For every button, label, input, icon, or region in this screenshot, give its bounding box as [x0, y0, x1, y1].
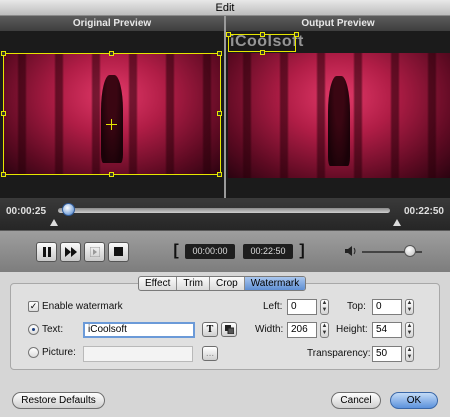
next-frame-icon [89, 246, 100, 258]
fast-forward-button[interactable] [60, 242, 81, 262]
height-stepper[interactable]: ▲ ▼ [405, 322, 414, 338]
video-figure [327, 75, 350, 166]
transparency-input[interactable]: 50 [372, 346, 402, 362]
crop-handle-top-left[interactable] [1, 51, 6, 56]
picture-radio[interactable] [28, 347, 39, 358]
left-label: Left: [263, 301, 283, 312]
picture-path-input[interactable] [83, 346, 193, 362]
playback-controls: [ 00:00:00 00:22:50 ] [0, 230, 450, 272]
text-radio[interactable] [28, 324, 39, 335]
pause-icon [42, 247, 51, 257]
font-button[interactable]: T [202, 322, 218, 337]
pause-button[interactable] [36, 242, 57, 262]
volume-icon [345, 246, 356, 256]
enable-watermark-label: Enable watermark [42, 301, 123, 312]
crop-handle-bottom-left[interactable] [1, 172, 6, 177]
window-title: Edit [0, 0, 450, 16]
stop-button[interactable] [108, 242, 129, 262]
left-input[interactable]: 0 [287, 299, 317, 315]
left-stepper[interactable]: ▲ ▼ [320, 299, 329, 315]
timeline-bar: 00:00:25 00:22:50 [0, 198, 450, 230]
watermark-handle-top-right[interactable] [294, 32, 299, 37]
end-time-field[interactable]: 00:22:50 [243, 244, 293, 259]
crop-handle-bottom-right[interactable] [217, 172, 222, 177]
crop-handle-right[interactable] [217, 111, 222, 116]
timeline-track[interactable] [58, 208, 390, 213]
width-label: Width: [255, 324, 284, 335]
current-time: 00:00:25 [6, 206, 47, 217]
restore-defaults-button[interactable]: Restore Defaults [12, 392, 105, 409]
watermark-text-input[interactable]: iCoolsoft [83, 322, 195, 338]
transparency-stepper[interactable]: ▲ ▼ [405, 346, 414, 362]
crop-frame[interactable] [3, 53, 221, 175]
watermark-handle-top[interactable] [260, 32, 265, 37]
crosshair-icon-vertical [111, 119, 112, 130]
crop-handle-bottom[interactable] [109, 172, 114, 177]
width-stepper[interactable]: ▲ ▼ [320, 322, 329, 338]
next-frame-button[interactable] [84, 242, 105, 262]
edit-tabs: Effect Trim Crop Watermark [138, 276, 307, 291]
transparency-label: Transparency: [307, 348, 371, 359]
text-radio-label: Text: [42, 324, 64, 335]
crop-handle-left[interactable] [1, 111, 6, 116]
original-preview-label: Original Preview [0, 16, 224, 31]
enable-watermark-checkbox[interactable]: ✓ [28, 301, 39, 312]
height-label: Height: [336, 324, 368, 335]
timeline-thumb[interactable] [62, 203, 75, 216]
top-stepper[interactable]: ▲ ▼ [405, 299, 414, 315]
tab-crop[interactable]: Crop [210, 277, 245, 290]
output-video-frame [228, 53, 450, 178]
watermark-panel: ✓ Enable watermark Text: iCoolsoft T Pic… [10, 283, 440, 370]
trim-end-marker[interactable] [393, 219, 401, 226]
browse-button[interactable]: ... [202, 346, 218, 361]
font-icon: T [206, 324, 214, 335]
crop-handle-top[interactable] [109, 51, 114, 56]
set-start-button[interactable]: [ [170, 241, 182, 261]
color-button[interactable] [221, 322, 237, 337]
start-time-field[interactable]: 00:00:00 [185, 244, 235, 259]
tab-watermark[interactable]: Watermark [244, 277, 306, 290]
color-icon [224, 325, 234, 335]
cancel-button[interactable]: Cancel [331, 392, 381, 409]
stop-icon [114, 247, 123, 256]
top-input[interactable]: 0 [372, 299, 402, 315]
set-end-button[interactable]: ] [296, 241, 308, 261]
crop-handle-top-right[interactable] [217, 51, 222, 56]
output-preview[interactable]: iCoolsoft [226, 31, 450, 198]
tab-effect[interactable]: Effect [139, 277, 178, 290]
volume-thumb[interactable] [404, 245, 416, 257]
output-preview-label: Output Preview [226, 16, 450, 31]
original-preview[interactable] [0, 31, 224, 198]
picture-radio-label: Picture: [42, 347, 76, 358]
trim-start-marker[interactable] [50, 219, 58, 226]
height-input[interactable]: 54 [372, 322, 402, 338]
tab-trim[interactable]: Trim [177, 277, 211, 290]
watermark-handle-top-left[interactable] [226, 32, 231, 37]
top-label: Top: [347, 301, 366, 312]
ok-button[interactable]: OK [390, 392, 438, 409]
total-time: 00:22:50 [403, 206, 444, 217]
width-input[interactable]: 206 [287, 322, 317, 338]
fast-forward-icon [64, 247, 77, 257]
watermark-handle-bottom[interactable] [260, 50, 265, 55]
